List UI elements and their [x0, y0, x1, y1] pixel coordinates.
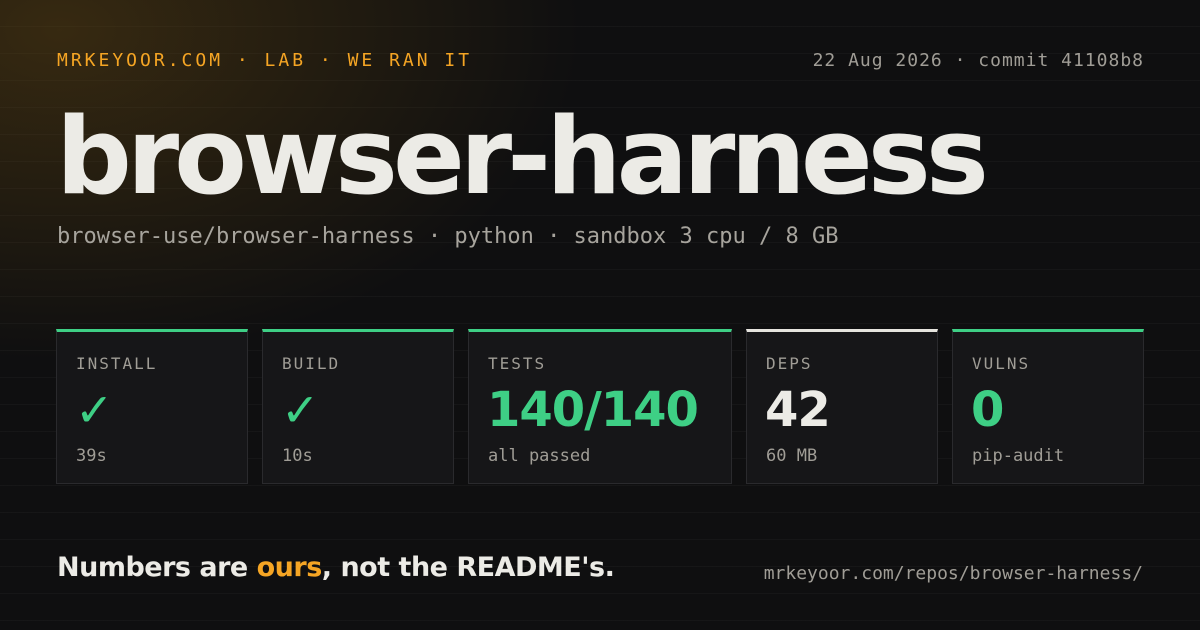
- stat-sub: 39s: [76, 446, 107, 466]
- stat-value: 42: [765, 382, 831, 438]
- repo-title: browser-harness: [56, 95, 989, 218]
- repo-url: mrkeyoor.com/repos/browser-harness/: [763, 563, 1143, 584]
- stats-cards: INSTALL ✓ 39s BUILD ✓ 10s TESTS 140/140 …: [56, 329, 1144, 484]
- run-meta: 22 Aug 2026 · commit 41108b8: [812, 50, 1144, 71]
- stat-card-vulns: VULNS 0 pip-audit: [952, 329, 1144, 484]
- stat-card-build: BUILD ✓ 10s: [262, 329, 454, 484]
- stat-sub: pip-audit: [972, 446, 1065, 466]
- check-icon: ✓: [75, 383, 114, 437]
- stat-label: DEPS: [766, 354, 813, 373]
- stat-card-deps: DEPS 42 60 MB: [746, 329, 938, 484]
- tagline-text-end: , not the README's.: [321, 552, 615, 583]
- stat-sub: 60 MB: [766, 446, 818, 466]
- tagline-text: Numbers are: [57, 552, 257, 583]
- stat-label: INSTALL: [76, 354, 158, 373]
- header-bar: MRKEYOOR.COM · LAB · WE RAN IT 22 Aug 20…: [57, 50, 1144, 71]
- stat-card-install: INSTALL ✓ 39s: [56, 329, 248, 484]
- stat-value: 140/140: [487, 382, 699, 438]
- stat-sub: 10s: [282, 446, 313, 466]
- check-icon: ✓: [281, 383, 320, 437]
- stat-sub: all passed: [488, 446, 591, 466]
- stat-label: BUILD: [282, 354, 341, 373]
- stat-card-tests: TESTS 140/140 all passed: [468, 329, 732, 484]
- stat-label: TESTS: [488, 354, 547, 373]
- repo-subtitle: browser-use/browser-harness · python · s…: [57, 224, 839, 249]
- site-brand: MRKEYOOR.COM · LAB · WE RAN IT: [57, 50, 473, 71]
- stat-label: VULNS: [972, 354, 1031, 373]
- stat-value: 0: [971, 382, 1004, 438]
- tagline: Numbers are ours, not the README's.: [57, 552, 615, 583]
- tagline-accent: ours: [256, 552, 323, 583]
